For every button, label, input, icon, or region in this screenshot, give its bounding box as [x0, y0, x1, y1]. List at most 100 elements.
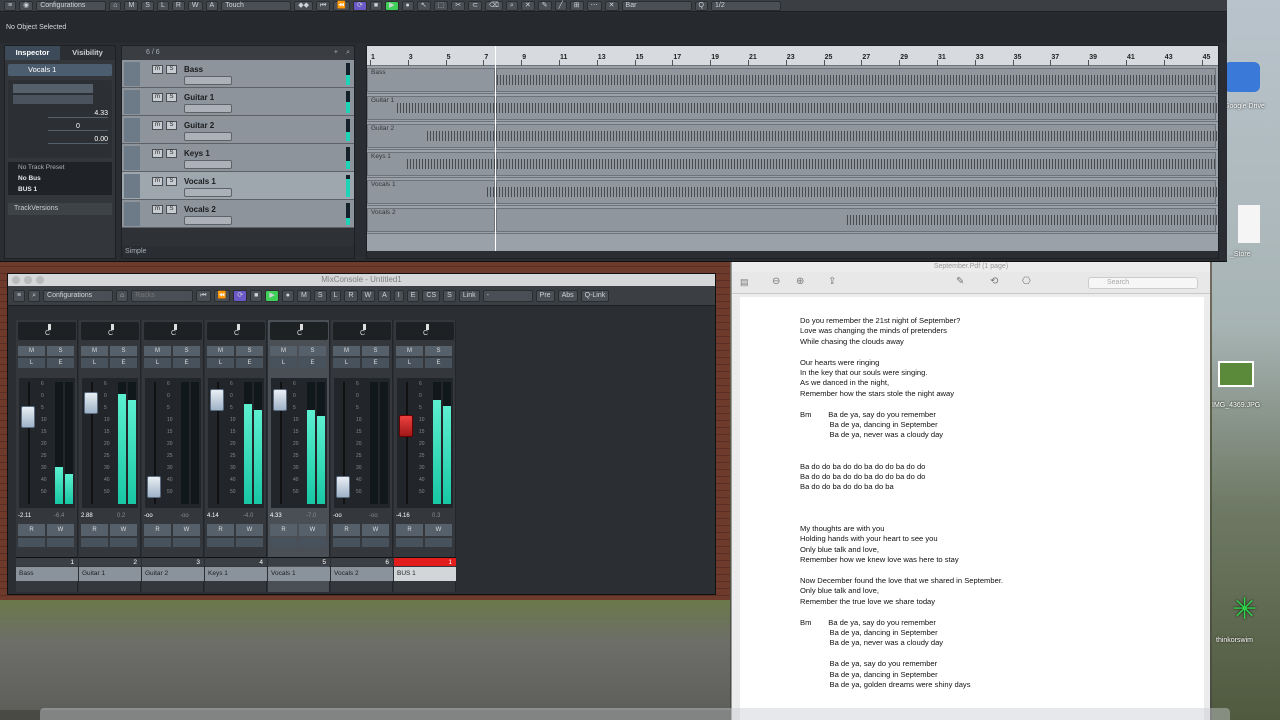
pan-knob[interactable] — [81, 322, 139, 340]
monitor-button[interactable] — [18, 538, 45, 547]
record-enable-button[interactable] — [425, 538, 452, 547]
monitor-button[interactable] — [144, 538, 171, 547]
racks-dropdown[interactable]: Racks — [131, 289, 194, 302]
msrwa-m[interactable]: M — [124, 0, 139, 11]
input-routing-item[interactable]: No Bus — [8, 173, 112, 184]
edit-button[interactable]: E — [110, 358, 137, 368]
listen-button[interactable]: L — [18, 358, 45, 368]
edit-button[interactable]: E — [47, 358, 74, 368]
track-controls[interactable] — [184, 160, 232, 169]
configurations-dropdown[interactable]: Configurations — [36, 0, 107, 11]
volume-value[interactable]: -oo — [333, 511, 342, 521]
solo-button[interactable]: S — [425, 346, 452, 356]
channel-name[interactable]: Vocals 2 — [331, 567, 393, 581]
erase-tool-icon[interactable]: ⌫ — [485, 0, 503, 11]
track-color-strip[interactable] — [124, 202, 140, 226]
pan-knob[interactable] — [18, 322, 76, 340]
pdf-search-input[interactable]: Search — [1088, 277, 1198, 289]
pan-knob[interactable] — [396, 322, 454, 340]
solo-button[interactable]: S — [362, 346, 389, 356]
channel-name[interactable]: Keys 1 — [205, 567, 267, 581]
pan-knob[interactable] — [270, 322, 328, 340]
dock[interactable] — [40, 708, 1230, 720]
quantize-dropdown[interactable]: 1/2 — [711, 0, 781, 11]
inspector-volume-value[interactable]: 4.33 — [48, 110, 108, 118]
object-select-tool-icon[interactable]: ↖ — [416, 0, 431, 11]
mixer-configurations-dropdown[interactable]: Configurations — [43, 289, 114, 302]
channel-name[interactable]: Bass — [16, 567, 78, 581]
rotate-icon[interactable]: ⟲ — [990, 276, 998, 287]
volume-fader[interactable] — [21, 406, 35, 428]
project-cursor[interactable] — [495, 46, 496, 258]
thinkorswim-icon[interactable]: ✳ — [1232, 592, 1257, 627]
volume-value[interactable]: -2.11 — [18, 511, 31, 521]
mixer-menu-icon[interactable]: ≡ — [13, 289, 26, 302]
channel-name[interactable]: Guitar 1 — [79, 567, 141, 581]
zoom-tool-icon[interactable]: ⌕ — [505, 0, 518, 11]
inspector-delay-value[interactable]: 0.00 — [48, 136, 108, 144]
write-automation-button[interactable]: W — [425, 524, 452, 536]
zoom-in-icon[interactable]: ⊕ — [796, 276, 804, 287]
mixer-ecs-e[interactable]: E — [406, 289, 420, 302]
record-enable-button[interactable] — [362, 538, 389, 547]
channel-strip[interactable]: M S L E 60510152025304050 -4.16 0.3 R W … — [394, 320, 456, 592]
mixer-msrwa-l[interactable]: L — [329, 289, 342, 302]
solo-button[interactable]: S — [166, 121, 177, 130]
volume-value[interactable]: -4.16 — [396, 511, 410, 521]
audio-event[interactable] — [367, 68, 495, 92]
edit-button[interactable]: E — [425, 358, 452, 368]
pan-knob[interactable] — [207, 322, 265, 340]
mixer-play-icon[interactable]: ▶ — [265, 289, 279, 302]
nudge-icon[interactable]: ◆◆ — [294, 0, 313, 11]
quantize-icon[interactable]: Q — [694, 0, 708, 11]
read-automation-button[interactable]: R — [207, 524, 234, 536]
volume-value[interactable]: -oo — [144, 511, 153, 521]
output-routing-item[interactable]: BUS 1 — [8, 184, 112, 195]
mixer-rewind-icon[interactable]: ⏪ — [213, 289, 231, 302]
mixer-msrwa-s[interactable]: S — [313, 289, 327, 302]
mute-button[interactable]: M — [144, 346, 171, 356]
track-color-strip[interactable] — [124, 90, 140, 114]
link-button[interactable]: Link — [458, 289, 480, 302]
edit-button[interactable]: E — [173, 358, 200, 368]
pan-knob[interactable] — [144, 322, 202, 340]
listen-button[interactable]: L — [144, 358, 171, 368]
track-controls[interactable] — [184, 188, 232, 197]
record-enable-button[interactable] — [236, 538, 263, 547]
mixer-search-icon[interactable]: ⌕ — [28, 289, 41, 302]
monitor-button[interactable] — [396, 538, 423, 547]
file-icon[interactable] — [1238, 205, 1260, 243]
track-row[interactable]: m S Bass — [122, 60, 354, 88]
tab-visibility[interactable]: Visibility — [60, 46, 115, 60]
peak-value[interactable]: -6.4 — [54, 511, 64, 521]
mute-button[interactable]: M — [18, 346, 45, 356]
solo-button[interactable]: S — [166, 65, 177, 74]
write-automation-button[interactable]: W — [173, 524, 200, 536]
mixer-msrwa-r[interactable]: R — [344, 289, 358, 302]
link-mode-dropdown[interactable]: - — [482, 289, 533, 302]
line-tool-icon[interactable]: ╱ — [554, 0, 567, 11]
track-controls[interactable] — [184, 76, 232, 85]
mute-button[interactable]: m — [152, 93, 163, 102]
write-automation-button[interactable]: W — [236, 524, 263, 536]
mute-button[interactable]: M — [207, 346, 234, 356]
monitor-button[interactable] — [270, 538, 297, 547]
snap-grid-dropdown[interactable]: Bar — [621, 0, 692, 11]
monitor-button[interactable] — [81, 538, 108, 547]
stop-icon[interactable]: ■ — [369, 0, 383, 11]
google-drive-icon[interactable] — [1224, 62, 1260, 92]
mute-button[interactable]: m — [152, 121, 163, 130]
mixer-msrwa-m[interactable]: M — [297, 289, 311, 302]
solo-button[interactable]: S — [47, 346, 74, 356]
minimize-icon[interactable] — [24, 276, 32, 284]
read-automation-button[interactable]: R — [270, 524, 297, 536]
peak-value[interactable]: -7.0 — [306, 511, 316, 521]
mixer-ecs-i[interactable]: I — [393, 289, 404, 302]
go-to-start-icon[interactable]: ⏮ — [315, 0, 331, 11]
peak-value[interactable]: -oo — [180, 511, 189, 521]
record-enable-button[interactable] — [299, 538, 326, 547]
track-row[interactable]: m S Keys 1 — [122, 144, 354, 172]
track-color-strip[interactable] — [124, 118, 140, 142]
channel-strip[interactable]: M S L E 6 0 5 10 15 20 25 30 40 50 -oo -oo R W 6 … — [331, 320, 393, 592]
edit-button[interactable]: E — [236, 358, 263, 368]
